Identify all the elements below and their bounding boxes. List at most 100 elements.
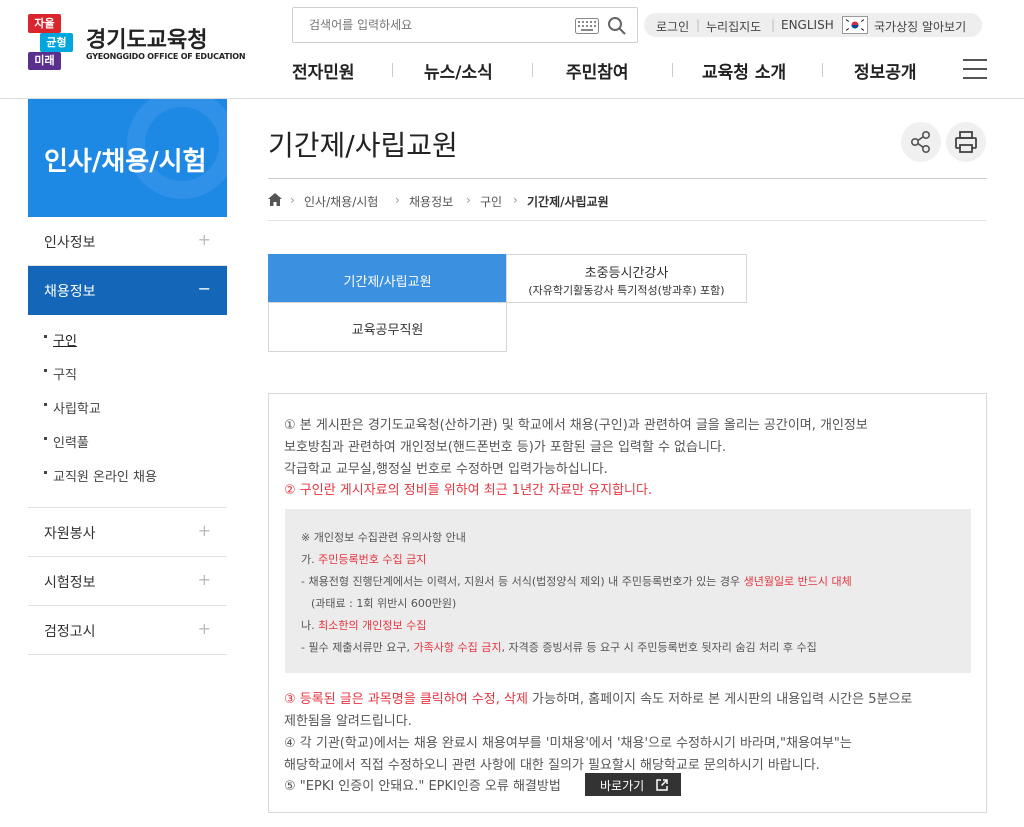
submenu-item-private-school[interactable]: 사립학교: [28, 395, 227, 429]
sidebar-item-label: 검정고시: [44, 624, 96, 640]
gnb-item-participation[interactable]: 주민참여: [566, 58, 629, 83]
privacy-prefix: 가.: [301, 553, 319, 566]
plus-icon: +: [197, 521, 211, 540]
divider: |: [696, 18, 701, 32]
divider: [268, 178, 987, 179]
goto-button[interactable]: 바로가기: [585, 773, 681, 796]
privacy-notice-line: - 채용전형 진행단계에서는 이력서, 지원서 등 서식(법정양식 제외) 내 …: [301, 573, 852, 589]
notice-text: ③ 등록된 글은 과목명을 클릭하여 수정, 삭제 가능하며, 홈페이지 속도 …: [284, 688, 912, 707]
breadcrumb-current: 기간제/사립교원: [527, 195, 609, 209]
privacy-highlight: 생년월일로 반드시 대체: [743, 575, 852, 588]
bullet-icon: [44, 437, 47, 440]
gnb-item-disclosure[interactable]: 정보공개: [854, 58, 917, 83]
submenu-label: 구인: [53, 334, 77, 349]
home-icon[interactable]: [268, 193, 282, 206]
notice-text-highlight: ③ 등록된 글은 과목명을 클릭하여 수정, 삭제: [284, 692, 528, 707]
bullet-icon: [44, 403, 47, 406]
divider: [392, 63, 393, 77]
chevron-right-icon: ›: [466, 193, 471, 207]
notice-text: 제한됨을 알려드립니다.: [284, 714, 412, 729]
tab-fixed-term-private[interactable]: 기간제/사립교원: [268, 254, 507, 303]
notice-text: 보호방침과 관련하여 개인정보(핸드폰번호 등)가 포함된 글은 입력할 수 없…: [284, 440, 727, 455]
logo-mark-text: 균형: [40, 33, 73, 52]
hamburger-menu-icon[interactable]: [963, 59, 987, 79]
divider: |: [771, 18, 776, 32]
submenu-label: 사립학교: [53, 402, 101, 417]
sidebar-item-label: 시험정보: [44, 575, 96, 591]
sidebar-item-qualification-exam[interactable]: 검정고시 +: [28, 606, 227, 655]
search-icon[interactable]: [607, 16, 627, 36]
sidebar-item-hr-info[interactable]: 인사정보 +: [28, 217, 227, 266]
page-title: 기간제/사립교원: [268, 129, 458, 162]
tab-label: 기간제/사립교원: [343, 275, 432, 290]
bullet-icon: [44, 471, 47, 474]
external-link-icon: [656, 779, 668, 791]
privacy-notice-line: - 필수 제출서류만 요구, 가족사항 수집 금지, 자격증 증빙서류 등 요구…: [301, 639, 817, 655]
privacy-highlight: 최소한의 개인정보 수집: [318, 619, 427, 632]
breadcrumb: › 인사/채용/시험 › 채용정보 › 구인 › 기간제/사립교원: [268, 192, 987, 210]
search-input[interactable]: [307, 15, 557, 35]
breadcrumb-item[interactable]: 채용정보: [409, 193, 453, 210]
submenu-item-job-offer[interactable]: 구인: [28, 327, 227, 361]
gnb-item-news[interactable]: 뉴스/소식: [424, 58, 493, 83]
share-button[interactable]: [901, 122, 941, 162]
privacy-text: - 채용전형 진행단계에서는 이력서, 지원서 등 서식(법정양식 제외) 내 …: [301, 575, 744, 588]
gnb-item-about[interactable]: 교육청 소개: [702, 58, 786, 83]
privacy-notice-box: ※ 개인정보 수집관련 유의사항 안내 가. 주민등록번호 수집 금지 - 채용…: [285, 509, 971, 673]
logo-name-kr: 경기도교육청: [86, 28, 208, 53]
sidebar-menu: 인사정보 + 채용정보 − 구인 구직 사립학교 인력풀 교직원 온라인 채용 …: [28, 217, 227, 655]
logo-name-en: GYEONGGIDO OFFICE OF EDUCATION: [86, 52, 246, 61]
sidebar-item-recruitment[interactable]: 채용정보 −: [28, 266, 227, 315]
notice-text: ① 본 게시판은 경기도교육청(산하기관) 및 학교에서 채용(구인)과 관련하…: [284, 418, 868, 433]
notice-text: ⑤ "EPKI 인증이 안돼요." EPKI인증 오류 해결방법: [284, 779, 561, 794]
submenu-item-online-hiring[interactable]: 교직원 온라인 채용: [28, 463, 227, 497]
site-logo[interactable]: 자율 균형 미래 경기도교육청 GYEONGGIDO OFFICE OF EDU…: [28, 14, 246, 70]
logo-mark-text: 미래: [28, 52, 61, 70]
chevron-right-icon: ›: [395, 193, 400, 207]
submenu-label: 구직: [53, 368, 77, 383]
notice-text: 해당학교에서 직접 수정하오니 관련 사항에 대한 질의가 필요할시 해당학교로…: [284, 758, 820, 773]
breadcrumb-item[interactable]: 인사/채용/시험: [304, 193, 378, 210]
privacy-notice-line: 가. 주민등록번호 수집 금지: [301, 551, 426, 567]
privacy-prefix: 나.: [301, 619, 319, 632]
tab-sublabel: (자유학기활동강사 특기적성(방과후) 포함): [528, 284, 725, 297]
divider: [822, 63, 823, 77]
divider: [532, 63, 533, 77]
english-link[interactable]: ENGLISH: [781, 18, 834, 32]
chevron-right-icon: ›: [513, 193, 518, 207]
gnb-item-e-petition[interactable]: 전자민원: [292, 58, 355, 83]
logo-mark: 자율 균형 미래: [28, 14, 84, 70]
plus-icon: +: [197, 570, 211, 589]
share-icon: [911, 131, 930, 153]
sidebar-item-exam-info[interactable]: 시험정보 +: [28, 557, 227, 606]
submenu-item-talent-pool[interactable]: 인력풀: [28, 429, 227, 463]
notice-text-highlight: ② 구인란 게시자료의 정비를 위하여 최근 1년간 자료만 유지합니다.: [284, 483, 653, 498]
privacy-text: - 필수 제출서류만 요구,: [301, 641, 414, 654]
privacy-notice-title: ※ 개인정보 수집관련 유의사항 안내: [301, 531, 466, 544]
privacy-highlight: 주민등록번호 수집 금지: [318, 553, 427, 566]
tab-part-time-lecturer[interactable]: 초중등시간강사 (자유학기활동강사 특기적성(방과후) 포함): [506, 254, 747, 303]
tab-label: 교육공무직원: [351, 323, 424, 338]
login-link[interactable]: 로그인: [656, 18, 689, 35]
sidebar-item-label: 인사정보: [44, 235, 96, 251]
sidebar-item-volunteer[interactable]: 자원봉사 +: [28, 508, 227, 557]
privacy-notice-line: 나. 최소한의 개인정보 수집: [301, 617, 426, 633]
printer-icon: [955, 131, 977, 153]
print-button[interactable]: [946, 122, 986, 162]
submenu-item-job-seeking[interactable]: 구직: [28, 361, 227, 395]
privacy-notice-line: (과태료 : 1회 위반시 600만원): [311, 597, 457, 610]
sidebar-title: 인사/채용/시험: [28, 99, 227, 217]
tab-label: 초중등시간강사: [584, 266, 669, 281]
search-box: [292, 7, 638, 43]
main-navigation: 전자민원 뉴스/소식 주민참여 교육청 소개 정보공개: [262, 56, 992, 88]
keyboard-icon[interactable]: [575, 18, 599, 34]
national-symbol-link[interactable]: 국가상징 알아보기: [874, 18, 966, 35]
sidebar-submenu: 구인 구직 사립학교 인력풀 교직원 온라인 채용: [28, 315, 227, 508]
breadcrumb-item[interactable]: 구인: [480, 193, 502, 210]
tab-education-staff[interactable]: 교육공무직원: [268, 302, 507, 352]
logo-mark-text: 자율: [28, 14, 61, 33]
sitemap-link[interactable]: 누리집지도: [706, 18, 761, 35]
notice-text: ④ 각 기관(학교)에서는 채용 완료시 채용여부를 '미채용'에서 '채용'으…: [284, 736, 852, 751]
site-header: 자율 균형 미래 경기도교육청 GYEONGGIDO OFFICE OF EDU…: [0, 0, 1024, 99]
plus-icon: +: [197, 230, 211, 249]
